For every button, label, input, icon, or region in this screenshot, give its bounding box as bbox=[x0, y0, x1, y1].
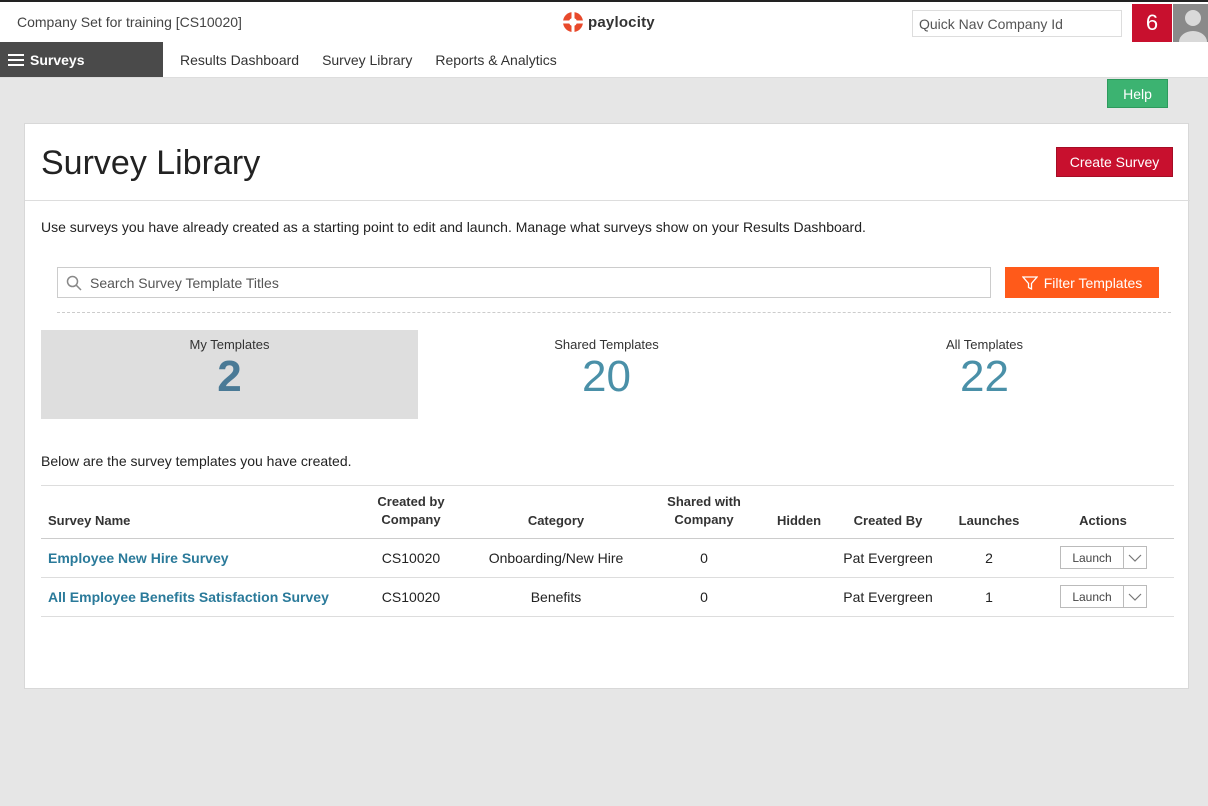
paylocity-logo[interactable]: paylocity bbox=[562, 11, 655, 33]
filter-icon bbox=[1021, 275, 1038, 290]
category-cell: Onboarding/New Hire bbox=[488, 550, 624, 566]
category-cell: Benefits bbox=[530, 589, 582, 605]
user-avatar[interactable] bbox=[1173, 4, 1208, 42]
survey-library-card: Survey Library Create Survey Use surveys… bbox=[24, 123, 1190, 689]
nav-links: Results Dashboard Survey Library Reports… bbox=[180, 52, 580, 68]
launches-cell: 1 bbox=[985, 589, 993, 605]
launch-dropdown-button[interactable] bbox=[1124, 585, 1147, 608]
intro-text: Use surveys you have already created as … bbox=[41, 219, 866, 235]
filter-label: Filter Templates bbox=[1043, 274, 1143, 291]
nav-reports-analytics[interactable]: Reports & Analytics bbox=[435, 52, 556, 68]
paylocity-logo-icon bbox=[563, 12, 583, 32]
stat-label: My Templates bbox=[189, 337, 270, 352]
col-actions: Actions bbox=[1079, 513, 1127, 528]
chevron-down-icon bbox=[1128, 554, 1142, 562]
templates-table: Survey Name Created by Company Category … bbox=[41, 485, 1174, 617]
stat-label: All Templates bbox=[945, 337, 1024, 352]
shared-templates-tab[interactable]: Shared Templates 20 bbox=[418, 330, 795, 419]
module-label: Surveys bbox=[30, 51, 85, 68]
stat-count: 2 bbox=[217, 352, 242, 401]
templates-description: Below are the survey templates you have … bbox=[41, 453, 352, 469]
col-category[interactable]: Category bbox=[506, 512, 606, 530]
nav-survey-library[interactable]: Survey Library bbox=[322, 52, 412, 68]
launch-button[interactable]: Launch bbox=[1060, 585, 1124, 608]
divider bbox=[57, 312, 1171, 313]
launch-actions: Launch bbox=[1060, 546, 1147, 569]
header-line: Shared with bbox=[667, 494, 741, 509]
hamburger-icon bbox=[8, 53, 24, 66]
created-by-cell: Pat Evergreen bbox=[843, 589, 933, 605]
quick-nav-input[interactable]: Quick Nav Company Id bbox=[912, 10, 1122, 37]
brand-name: paylocity bbox=[588, 13, 655, 31]
help-button[interactable]: Help bbox=[1107, 79, 1168, 108]
created-by-company-cell: CS10020 bbox=[381, 589, 441, 605]
stat-count: 22 bbox=[960, 352, 1009, 401]
chevron-down-icon bbox=[1128, 593, 1142, 601]
search-icon bbox=[66, 275, 82, 291]
col-created-by-company[interactable]: Created by Company bbox=[359, 493, 463, 529]
col-survey-name[interactable]: Survey Name bbox=[48, 512, 130, 530]
col-shared-with-company[interactable]: Shared with Company bbox=[652, 493, 756, 529]
col-hidden[interactable]: Hidden bbox=[769, 512, 829, 530]
user-icon bbox=[1179, 10, 1207, 42]
filter-templates-button[interactable]: Filter Templates bbox=[1005, 267, 1159, 298]
launch-button[interactable]: Launch bbox=[1060, 546, 1124, 569]
created-by-cell: Pat Evergreen bbox=[843, 550, 933, 566]
divider bbox=[25, 200, 1190, 201]
table-header: Survey Name Created by Company Category … bbox=[41, 485, 1174, 539]
create-survey-button[interactable]: Create Survey bbox=[1056, 147, 1173, 177]
nav-bar: Surveys Results Dashboard Survey Library… bbox=[0, 42, 1208, 78]
notification-badge[interactable]: 6 bbox=[1132, 4, 1172, 42]
table-row: Employee New Hire Survey CS10020 Onboard… bbox=[41, 539, 1174, 578]
survey-name-link[interactable]: All Employee Benefits Satisfaction Surve… bbox=[48, 589, 329, 605]
page-title: Survey Library bbox=[41, 144, 261, 182]
search-placeholder: Search Survey Template Titles bbox=[90, 274, 279, 291]
col-created-by[interactable]: Created By bbox=[843, 512, 933, 530]
company-name[interactable]: Company Set for training [CS10020] bbox=[17, 14, 242, 30]
table-row: All Employee Benefits Satisfaction Surve… bbox=[41, 578, 1174, 617]
header-line: Company bbox=[674, 512, 734, 527]
shared-cell: 0 bbox=[700, 550, 708, 566]
search-input[interactable]: Search Survey Template Titles bbox=[57, 267, 991, 298]
top-header: Company Set for training [CS10020] paylo… bbox=[0, 0, 1208, 42]
stat-label: Shared Templates bbox=[554, 337, 659, 352]
header-line: Created by bbox=[377, 494, 445, 509]
shared-cell: 0 bbox=[700, 589, 708, 605]
nav-results-dashboard[interactable]: Results Dashboard bbox=[180, 52, 299, 68]
launch-dropdown-button[interactable] bbox=[1124, 546, 1147, 569]
all-templates-tab[interactable]: All Templates 22 bbox=[796, 330, 1173, 419]
col-launches[interactable]: Launches bbox=[951, 512, 1027, 530]
created-by-company-cell: CS10020 bbox=[381, 550, 441, 566]
surveys-menu-button[interactable]: Surveys bbox=[0, 42, 163, 77]
launch-actions: Launch bbox=[1060, 585, 1147, 608]
my-templates-tab[interactable]: My Templates 2 bbox=[41, 330, 418, 419]
survey-name-link[interactable]: Employee New Hire Survey bbox=[48, 550, 229, 566]
stat-count: 20 bbox=[582, 352, 631, 401]
launches-cell: 2 bbox=[985, 550, 993, 566]
header-line: Company bbox=[381, 512, 441, 527]
